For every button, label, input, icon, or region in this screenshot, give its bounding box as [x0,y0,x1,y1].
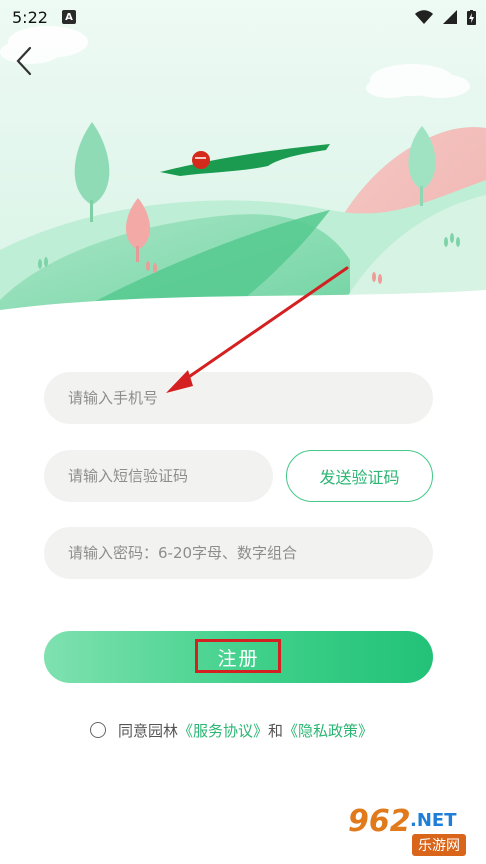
watermark-number: 962 [348,804,411,839]
agree-radio[interactable] [90,722,106,738]
password-input[interactable] [44,527,433,579]
agreement-row: 同意园林 《服务协议》 和 《隐私政策》 [90,718,373,742]
send-code-label: 发送验证码 [319,468,400,487]
terms-link[interactable]: 《服务协议》 [178,720,268,741]
phone-input[interactable] [44,372,433,424]
wifi-icon [415,10,433,24]
notification-icon: A [61,10,76,24]
back-button[interactable] [10,44,36,78]
send-code-button[interactable]: 发送验证码 [286,450,433,502]
status-bar: 5:22 A [0,0,486,34]
watermark-net: .NET [410,810,457,831]
watermark-logo: 962 .NET 乐游网 [342,800,482,862]
hero-illustration [0,0,486,330]
agreement-prefix: 同意园林 [118,721,179,740]
sms-code-input[interactable] [44,450,273,502]
watermark-sub: 乐游网 [412,834,466,856]
agreement-and: 和 [268,721,284,740]
register-button[interactable]: 注册 [44,631,433,683]
privacy-link[interactable]: 《隐私政策》 [283,720,373,741]
landscape-illustration [0,0,486,330]
register-label: 注册 [217,647,260,670]
battery-charging-icon [467,9,476,25]
status-time: 5:22 [12,7,48,27]
signal-icon [443,10,457,24]
